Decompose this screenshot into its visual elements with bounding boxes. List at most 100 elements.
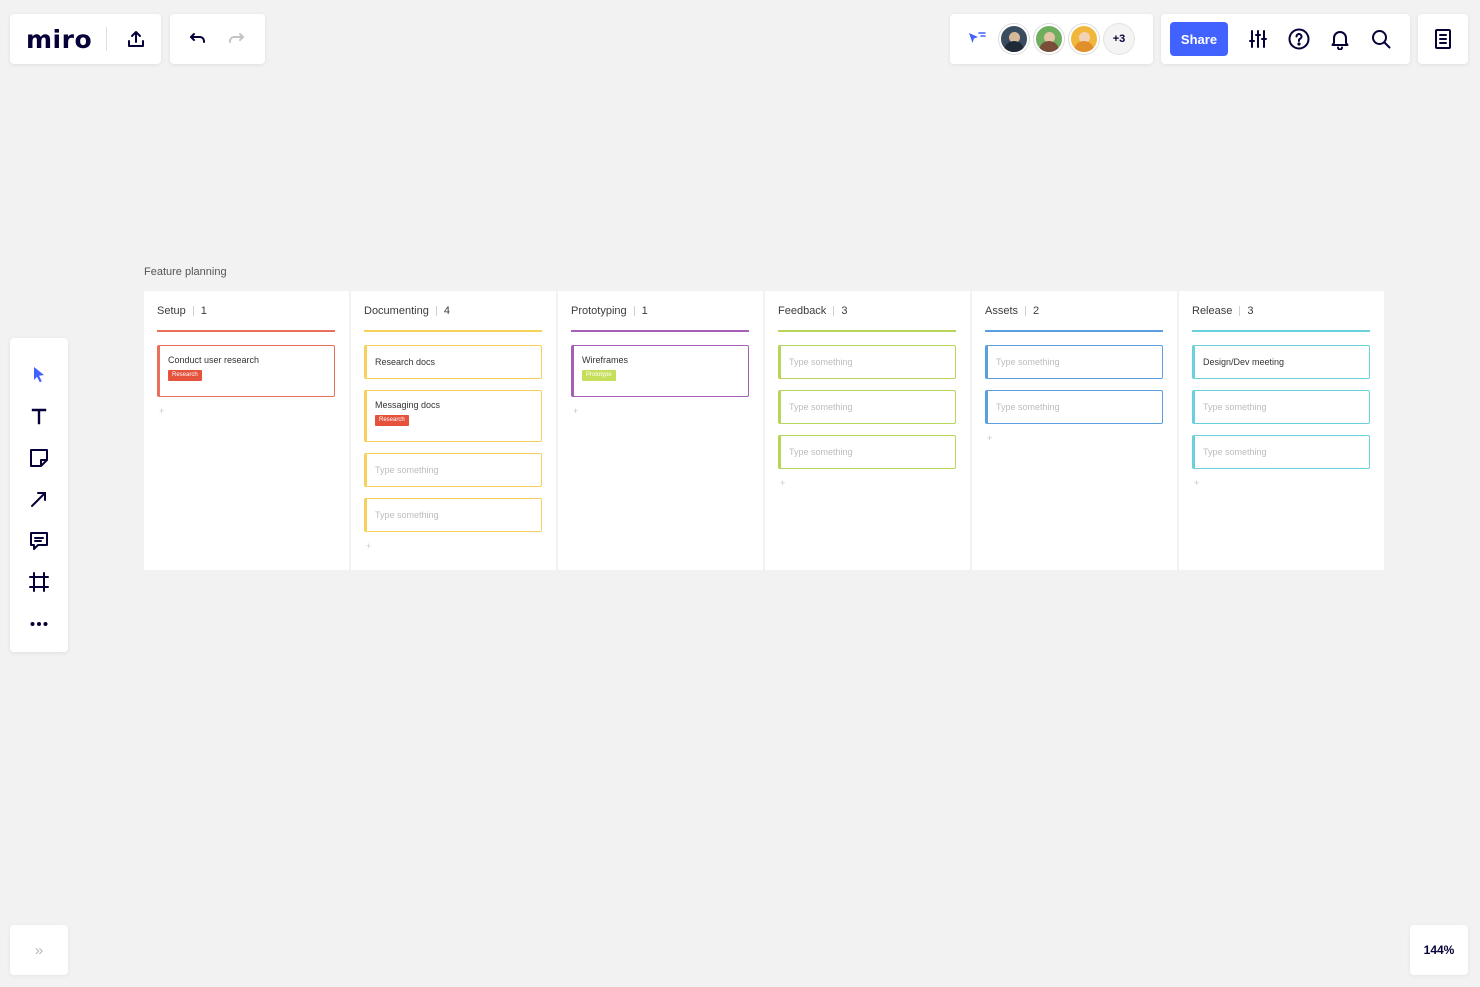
column-count: 1 <box>200 305 207 317</box>
kanban-card[interactable]: Research docs <box>364 345 542 379</box>
card-tag[interactable]: Research <box>168 370 202 381</box>
miro-logo[interactable]: miro <box>26 27 92 52</box>
card-tag-row: Research <box>375 410 541 426</box>
column-title[interactable]: Setup <box>157 305 186 317</box>
kanban-card[interactable]: Type something <box>778 345 956 379</box>
select-cursor-icon[interactable] <box>19 354 59 396</box>
card-placeholder-text: Type something <box>375 510 439 520</box>
kanban-card[interactable]: Design/Dev meeting <box>1192 345 1370 379</box>
column-title[interactable]: Feedback <box>778 305 826 317</box>
add-card-button[interactable]: + <box>366 541 542 551</box>
help-icon[interactable] <box>1282 22 1316 56</box>
divider <box>833 306 835 316</box>
kanban-card[interactable]: Type something <box>985 345 1163 379</box>
more-tools-icon[interactable] <box>19 603 59 645</box>
expand-panel-button[interactable]: » <box>10 925 68 975</box>
kanban-card[interactable]: Type something <box>778 435 956 469</box>
card-placeholder-text: Type something <box>789 402 853 412</box>
add-card-button[interactable]: + <box>159 406 335 416</box>
undo-icon[interactable] <box>181 22 215 56</box>
card-title: Design/Dev meeting <box>1203 357 1285 367</box>
column-header: Documenting 4 <box>364 305 450 317</box>
card-tag[interactable]: Research <box>375 415 409 426</box>
column-title[interactable]: Release <box>1192 305 1232 317</box>
zoom-level[interactable]: 144% <box>1410 925 1468 975</box>
card-list: Type something Type something + <box>985 345 1163 443</box>
collaborators-panel: +3 <box>950 14 1153 64</box>
card-tag-row: Prototype <box>582 365 748 381</box>
column-color-line <box>778 330 956 332</box>
divider <box>633 306 635 316</box>
settings-sliders-icon[interactable] <box>1241 22 1275 56</box>
card-list: Wireframes Prototype + <box>571 345 749 416</box>
add-card-button[interactable]: + <box>573 406 749 416</box>
column-title[interactable]: Prototyping <box>571 305 627 317</box>
card-placeholder-text: Type something <box>789 357 853 367</box>
kanban-board: Setup 1 Conduct user research Research + Docu… <box>144 291 1385 570</box>
kanban-column-assets[interactable]: Assets 2 Type something Type something + <box>972 291 1177 570</box>
kanban-card[interactable]: Conduct user research Research <box>157 345 335 397</box>
card-placeholder-text: Type something <box>1203 447 1267 457</box>
search-icon[interactable] <box>1364 22 1398 56</box>
column-color-line <box>571 330 749 332</box>
divider <box>1025 306 1027 316</box>
card-placeholder-text: Type something <box>996 402 1060 412</box>
board-menu-panel <box>1418 14 1468 64</box>
kanban-card[interactable]: Type something <box>1192 435 1370 469</box>
column-header: Prototyping 1 <box>571 305 648 317</box>
add-card-button[interactable]: + <box>780 478 956 488</box>
card-placeholder-text: Type something <box>375 465 439 475</box>
kanban-column-release[interactable]: Release 3 Design/Dev meeting Type something… <box>1179 291 1384 570</box>
add-card-button[interactable]: + <box>1194 478 1370 488</box>
kanban-column-feedback[interactable]: Feedback 3 Type something Type something Typ… <box>765 291 970 570</box>
kanban-card[interactable]: Type something <box>364 498 542 532</box>
notes-list-icon[interactable] <box>1426 22 1460 56</box>
card-list: Type something Type something Type somethi… <box>778 345 956 488</box>
card-placeholder-text: Type something <box>1203 402 1267 412</box>
kanban-card[interactable]: Wireframes Prototype <box>571 345 749 397</box>
export-icon[interactable] <box>119 22 153 56</box>
column-header: Release 3 <box>1192 305 1253 317</box>
kanban-column-setup[interactable]: Setup 1 Conduct user research Research + <box>144 291 349 570</box>
undo-redo-panel <box>170 14 265 64</box>
notifications-bell-icon[interactable] <box>1323 22 1357 56</box>
frame-title[interactable]: Feature planning <box>144 266 227 278</box>
sticky-note-icon[interactable] <box>19 437 59 479</box>
column-color-line <box>364 330 542 332</box>
kanban-column-prototyping[interactable]: Prototyping 1 Wireframes Prototype + <box>558 291 763 570</box>
text-tool-icon[interactable] <box>19 396 59 438</box>
kanban-column-documenting[interactable]: Documenting 4 Research docs Messaging docs R… <box>351 291 556 570</box>
kanban-card[interactable]: Type something <box>778 390 956 424</box>
kanban-card[interactable]: Type something <box>1192 390 1370 424</box>
column-count: 3 <box>841 305 848 317</box>
more-collaborators-badge[interactable]: +3 <box>1104 24 1134 54</box>
kanban-card[interactable]: Messaging docs Research <box>364 390 542 442</box>
add-card-button[interactable]: + <box>987 433 1163 443</box>
avatar[interactable] <box>1069 24 1099 54</box>
redo-icon[interactable] <box>219 22 253 56</box>
creation-toolbar <box>10 338 68 652</box>
column-header: Assets 2 <box>985 305 1039 317</box>
frame-icon[interactable] <box>19 562 59 604</box>
right-tools-panel: Share <box>1161 14 1410 64</box>
card-list: Design/Dev meeting Type something Type som… <box>1192 345 1370 488</box>
share-button[interactable]: Share <box>1170 22 1228 56</box>
cursor-follow-icon[interactable] <box>960 22 994 56</box>
connection-line-icon[interactable] <box>19 479 59 521</box>
avatar[interactable] <box>999 24 1029 54</box>
kanban-card[interactable]: Type something <box>364 453 542 487</box>
card-list: Research docs Messaging docs Research Type … <box>364 345 542 551</box>
card-placeholder-text: Type something <box>789 447 853 457</box>
card-list: Conduct user research Research + <box>157 345 335 416</box>
avatar[interactable] <box>1034 24 1064 54</box>
divider <box>106 27 108 51</box>
column-color-line <box>985 330 1163 332</box>
logo-panel: miro <box>10 14 161 64</box>
kanban-card[interactable]: Type something <box>985 390 1163 424</box>
card-tag[interactable]: Prototype <box>582 370 616 381</box>
column-header: Setup 1 <box>157 305 207 317</box>
column-title[interactable]: Documenting <box>364 305 429 317</box>
column-header: Feedback 3 <box>778 305 847 317</box>
column-title[interactable]: Assets <box>985 305 1018 317</box>
comment-icon[interactable] <box>19 520 59 562</box>
